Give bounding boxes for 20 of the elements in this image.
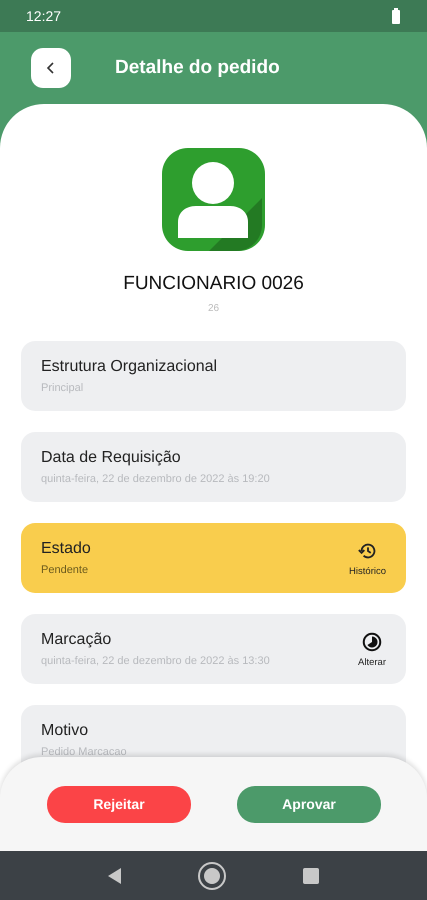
clock-time: 12:27 xyxy=(26,8,62,24)
home-nav-icon[interactable] xyxy=(197,860,228,890)
card-title: Estrutura Organizacional xyxy=(41,358,218,376)
back-nav-icon[interactable] xyxy=(108,868,122,884)
card-value: Pendente xyxy=(41,564,90,576)
card-title: Marcação xyxy=(41,631,112,649)
back-icon xyxy=(46,61,56,75)
avatar-icon xyxy=(162,148,265,251)
card-title: Data de Requisição xyxy=(41,449,182,467)
change-button[interactable]: Alterar xyxy=(358,630,386,668)
history-button[interactable]: Histórico xyxy=(349,540,386,576)
back-button[interactable] xyxy=(31,48,71,88)
clock-icon xyxy=(361,630,383,652)
battery-icon xyxy=(391,8,401,24)
employee-name: FUNCIONARIO 0026 xyxy=(123,273,304,295)
card-title: Estado xyxy=(41,540,91,558)
recents-nav-icon[interactable] xyxy=(303,868,320,884)
employee-number: 26 xyxy=(208,303,220,314)
card-title: Motivo xyxy=(41,722,90,740)
page-title: Detalhe do pedido xyxy=(115,57,280,79)
